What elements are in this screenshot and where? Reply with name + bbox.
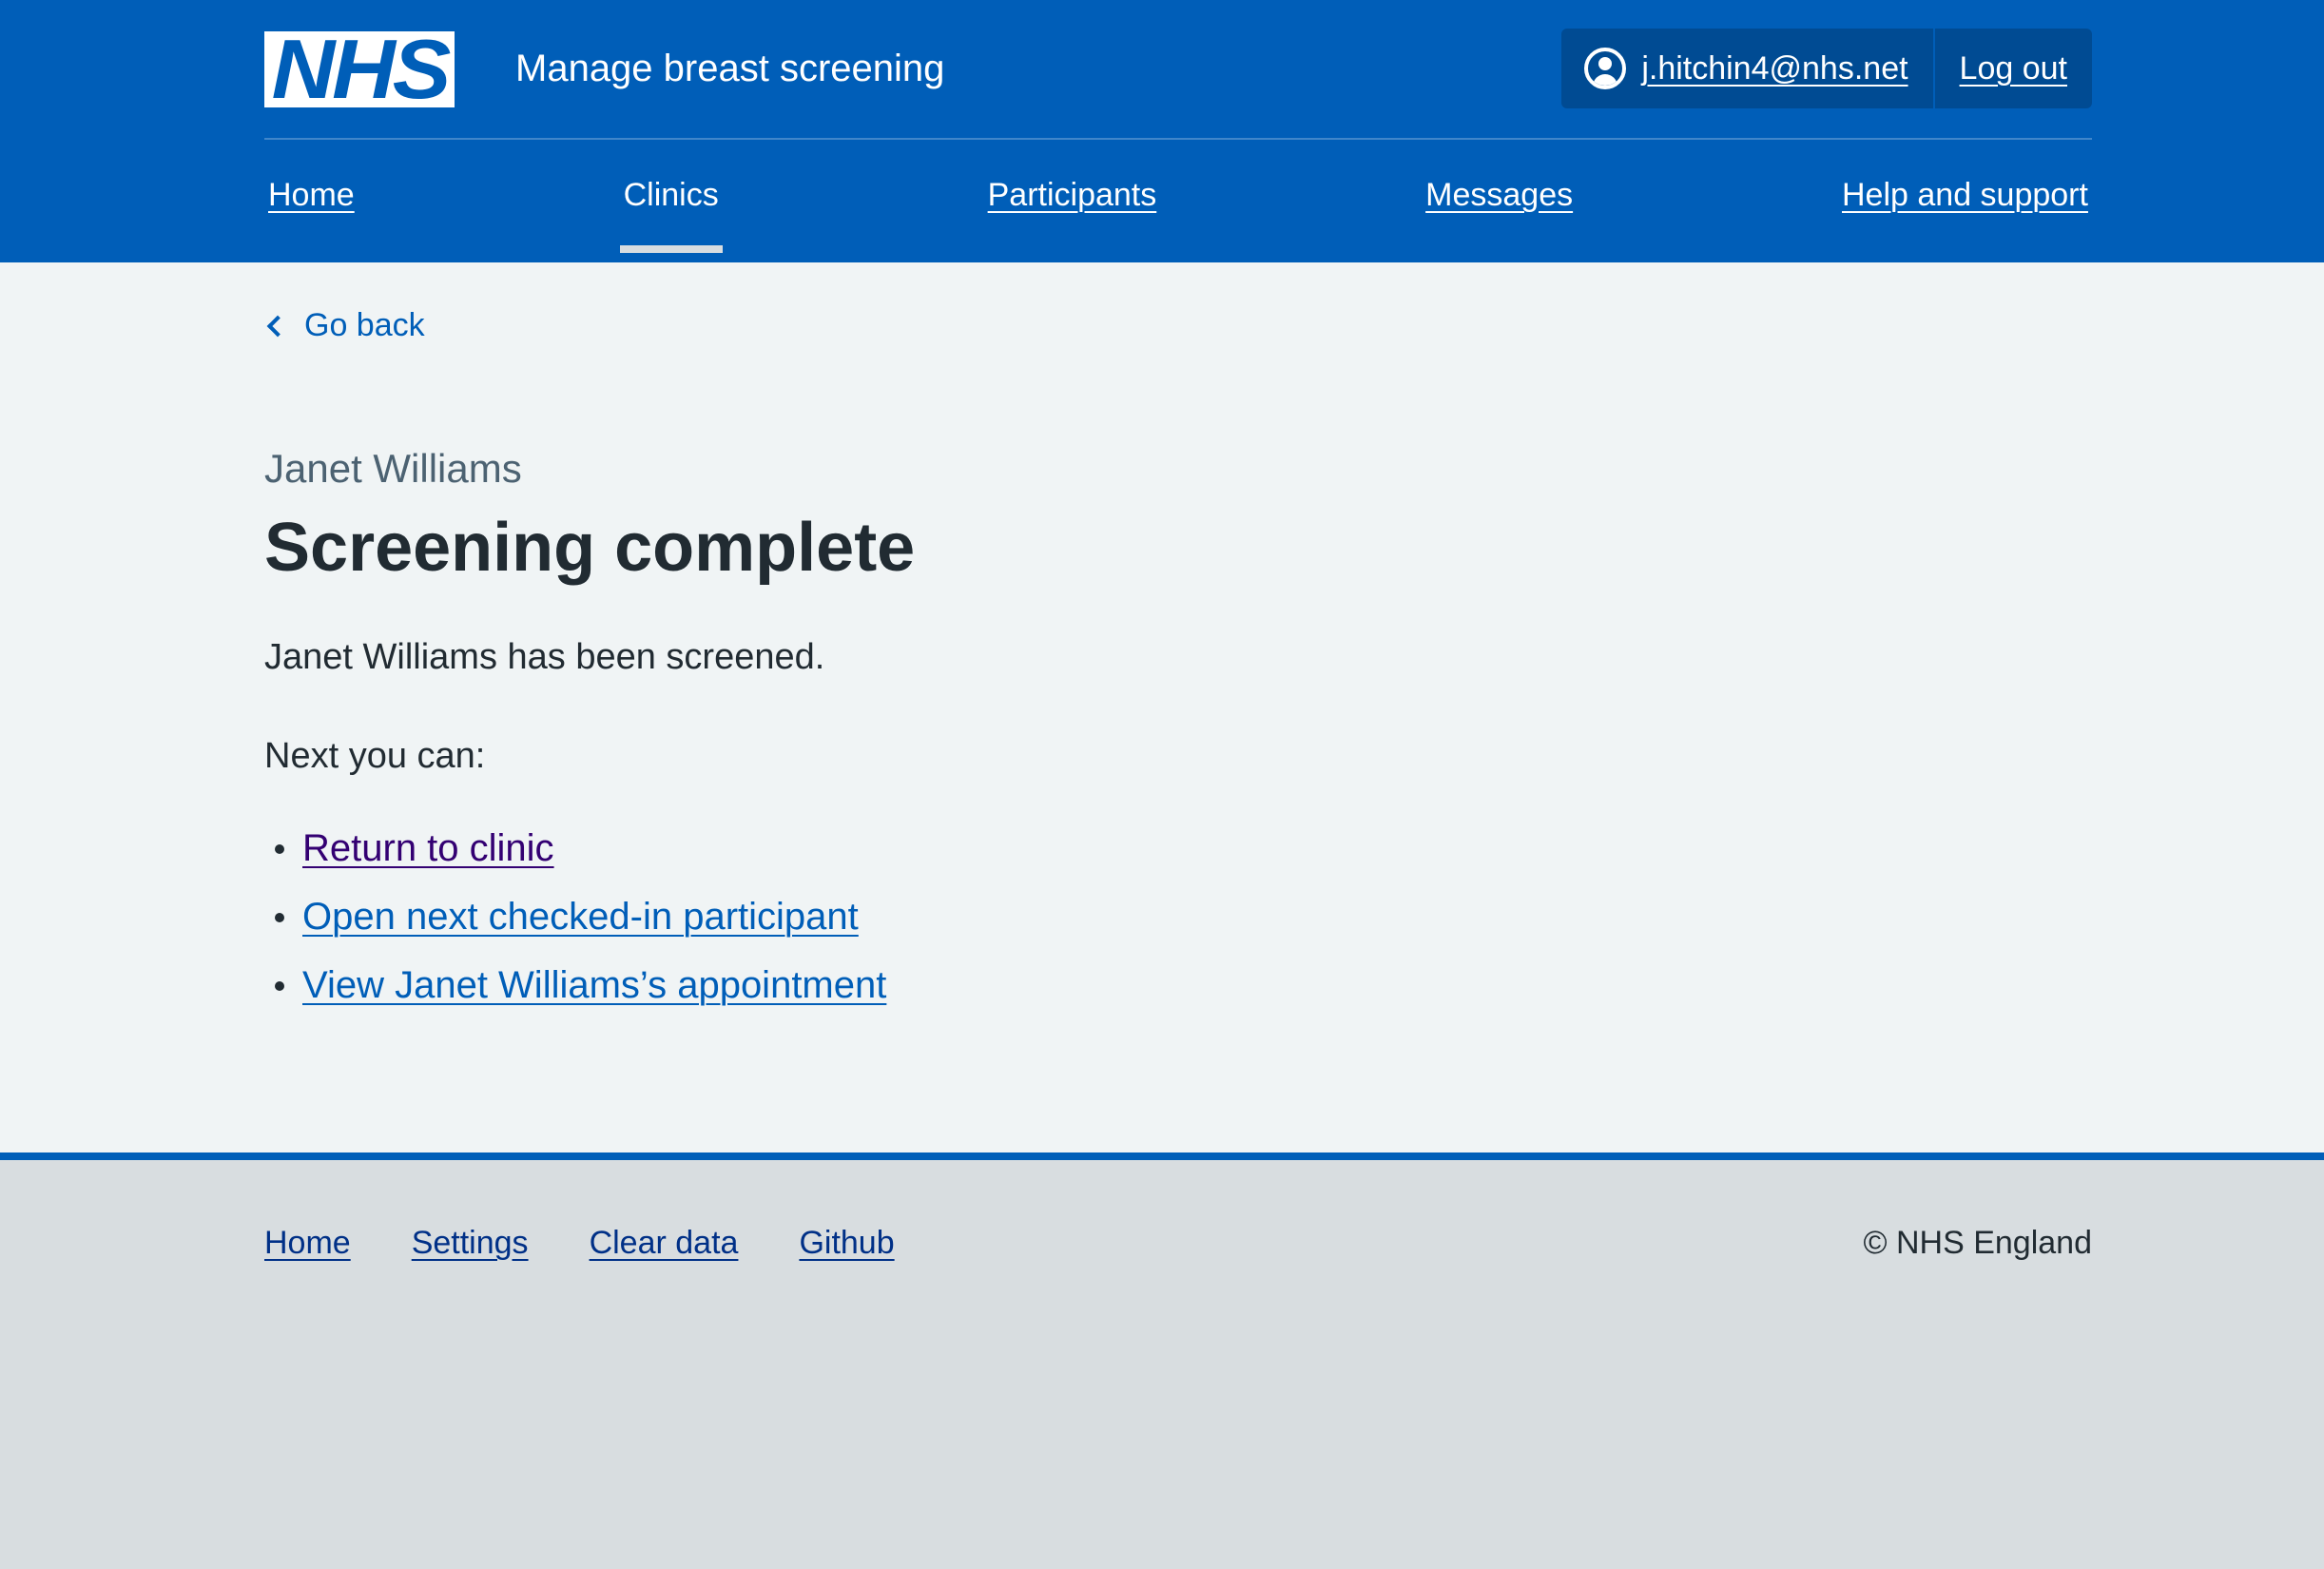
footer-link-clear-data[interactable]: Clear data [590,1225,739,1262]
footer-links: Home Settings Clear data Github [264,1225,895,1262]
open-next-participant-link[interactable]: Open next checked-in participant [302,896,859,939]
account-email-link[interactable]: j.hitchin4@nhs.net [1641,50,1908,87]
page-title: Screening complete [264,510,916,586]
nhs-logo-text: NHS [271,22,451,116]
account-user: j.hitchin4@nhs.net [1561,29,1935,108]
screened-message: Janet Williams has been screened. [264,637,825,677]
back-link[interactable]: Go back [264,307,425,344]
primary-navigation: Home Clinics Participants Messages Help … [264,140,2092,261]
footer-link-github[interactable]: Github [799,1225,894,1262]
user-circle-icon [1584,48,1627,89]
back-link-label: Go back [304,307,425,343]
logout-link[interactable]: Log out [1935,29,2092,108]
participant-caption: Janet Williams [264,446,522,491]
account-menu: j.hitchin4@nhs.net Log out [1561,29,2092,108]
nav-item-home[interactable]: Home [264,135,358,256]
return-to-clinic-link[interactable]: Return to clinic [302,827,554,870]
list-item: Open next checked-in participant [264,882,886,951]
next-steps-intro: Next you can: [264,736,486,776]
nav-item-messages[interactable]: Messages [1422,135,1577,256]
service-name: Manage breast screening [515,48,945,89]
list-item: Return to clinic [264,814,886,882]
main-content: Go back Janet Williams Screening complet… [0,262,2324,1160]
site-footer: Home Settings Clear data Github © NHS En… [0,1160,2324,1561]
footer-link-settings[interactable]: Settings [412,1225,529,1262]
header-top-bar: NHS Manage breast screening j.hitchin4@n… [264,0,2092,140]
nav-item-clinics[interactable]: Clinics [619,135,723,256]
next-steps-list: Return to clinic Open next checked-in pa… [264,814,886,1019]
nhs-logo[interactable]: NHS [264,28,455,111]
footer-link-home[interactable]: Home [264,1225,351,1262]
chevron-left-icon [266,315,289,337]
list-item: View Janet Williams’s appointment [264,951,886,1019]
site-header: NHS Manage breast screening j.hitchin4@n… [0,0,2324,262]
view-appointment-link[interactable]: View Janet Williams’s appointment [302,964,886,1007]
nav-item-help-and-support[interactable]: Help and support [1838,135,2092,256]
nav-item-participants[interactable]: Participants [984,135,1161,256]
copyright-text: © NHS England [1863,1225,2092,1261]
